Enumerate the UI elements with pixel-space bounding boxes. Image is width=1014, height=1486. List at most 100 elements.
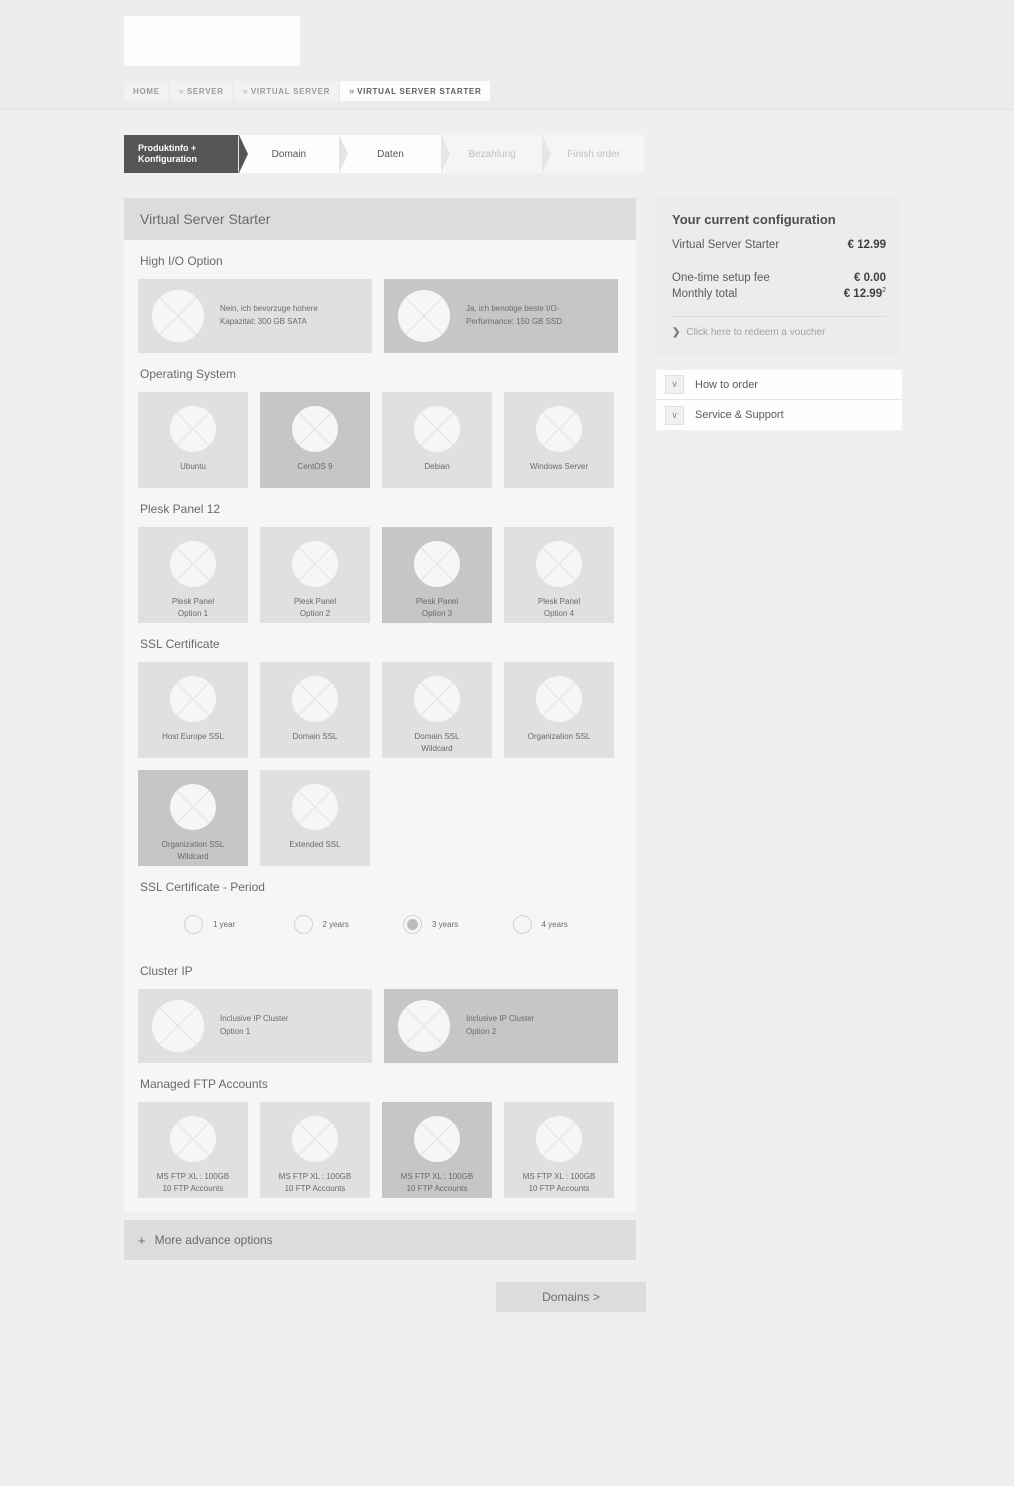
radio-dot-icon[interactable] — [293, 915, 313, 934]
image-placeholder-icon — [292, 541, 338, 587]
option-tile-operating-system-2[interactable]: Debian — [382, 392, 492, 488]
config-product-name: Virtual Server Starter — [672, 239, 780, 251]
image-placeholder-icon — [414, 1116, 460, 1162]
radio-ssl-certificate-period-2[interactable]: 3 years — [403, 915, 513, 934]
stepper-item-0[interactable]: Produktinfo + Konfiguration — [124, 135, 248, 173]
option-tile-label: Organization SSL — [527, 732, 591, 741]
option-wide-tile-high-io-option-1[interactable]: Ja, ich benotige beste I/O- Performance:… — [384, 279, 618, 353]
option-tile-plesk-panel-0[interactable]: Plesk Panel Option 1 — [138, 527, 248, 623]
breadcrumb-item-3[interactable]: » VIRTUAL SERVER STARTER — [340, 81, 491, 101]
option-wide-tile-label: Ja, ich benotige beste I/O- Performance:… — [466, 304, 563, 326]
tile-row: MS FTP XL : 100GB 10 FTP Accounts MS FTP … — [138, 1102, 622, 1198]
redeem-voucher-label: Click here to redeem a voucher — [686, 326, 826, 338]
section-label-cluster-ip: Cluster IP — [140, 964, 193, 978]
section-label-operating-system: Operating System — [140, 367, 237, 381]
option-tile-ssl-certificate-4[interactable]: Organization SSL Wildcard — [138, 770, 248, 866]
site-header: HOME » SERVER» VIRTUAL SERVER» VIRTUAL SERVE… — [0, 0, 1014, 110]
breadcrumb-item-1[interactable]: » SERVER — [169, 81, 234, 101]
chevron-down-icon[interactable]: ∨ — [665, 375, 684, 394]
option-tile-plesk-panel-2[interactable]: Plesk Panel Option 3 — [382, 527, 492, 623]
image-placeholder-icon — [292, 1116, 338, 1162]
accordion-item-label: How to order — [695, 378, 758, 391]
radio-dot-icon[interactable] — [184, 915, 203, 934]
option-tile-label: MS FTP XL : 100GB 10 FTP Accounts — [400, 1172, 474, 1193]
option-tile-plesk-panel-3[interactable]: Plesk Panel Option 4 — [504, 527, 614, 623]
stepper-item-1[interactable]: Domain — [237, 135, 341, 173]
section-ssl-certificate: SSL Certificate Host Europe SSL Domain SSL… — [138, 623, 622, 866]
radio-dot-icon[interactable] — [403, 915, 422, 934]
option-tile-label: CentOS 9 — [297, 462, 333, 471]
more-advance-options-label: More advance options — [154, 1233, 273, 1247]
image-placeholder-icon — [170, 676, 216, 722]
section-high-io-option: High I/O Option Nein, ich bevorzuge hoher… — [138, 240, 622, 353]
breadcrumb-label: SERVER — [186, 86, 224, 96]
option-wide-tile-label: Inclusive IP Cluster Option 1 — [220, 1014, 289, 1036]
section-label-managed-ftp-accounts: Managed FTP Accounts — [140, 1077, 268, 1091]
redeem-voucher-link[interactable]: ❯ Click here to redeem a voucher — [672, 327, 886, 338]
chevron-down-icon[interactable]: ∨ — [665, 405, 684, 425]
option-wide-tile-cluster-ip-1[interactable]: Inclusive IP Cluster Option 2 — [384, 989, 618, 1063]
radio-ssl-certificate-period-1[interactable]: 2 years — [293, 915, 404, 934]
section-ssl-certificate-period: SSL Certificate - Period 1 year 2 years 3 y… — [138, 866, 622, 950]
radio-group-ssl-certificate-period: 1 year 2 years 3 years 4 years — [138, 905, 622, 950]
step-arrow-icon — [440, 135, 450, 173]
config-setup-fee-row: One-time setup fee € 0.00 — [672, 272, 886, 284]
divider — [672, 315, 886, 317]
breadcrumb-item-2[interactable]: » VIRTUAL SERVER — [233, 81, 341, 101]
option-tile-ssl-certificate-5[interactable]: Extended SSL — [260, 770, 370, 866]
option-tile-ssl-certificate-3[interactable]: Organization SSL — [504, 662, 614, 758]
radio-ssl-certificate-period-0[interactable]: 1 year — [184, 915, 294, 934]
option-tile-ssl-certificate-0[interactable]: Host Europe SSL — [138, 662, 248, 758]
image-placeholder-icon — [170, 541, 216, 587]
stepper-label: Produktinfo + Konfiguration — [138, 142, 197, 164]
breadcrumb-label: HOME — [133, 86, 160, 96]
image-placeholder-icon — [536, 541, 582, 587]
option-tile-ssl-certificate-2[interactable]: Domain SSL Wildcard — [382, 662, 492, 758]
logo-placeholder[interactable] — [124, 16, 300, 66]
option-tile-operating-system-3[interactable]: Windows Server — [504, 392, 614, 488]
breadcrumb-item-0[interactable]: HOME — [124, 81, 170, 101]
image-placeholder-icon — [536, 406, 582, 452]
sidebar-accordion: ∨ How to order ∨ Service & Support — [656, 370, 902, 430]
image-placeholder-icon — [292, 784, 338, 830]
option-tile-operating-system-0[interactable]: Ubuntu — [138, 392, 248, 488]
section-operating-system: Operating System Ubuntu CentOS 9 Debian Wind… — [138, 353, 622, 488]
option-tile-plesk-panel-1[interactable]: Plesk Panel Option 2 — [260, 527, 370, 623]
option-tile-operating-system-1[interactable]: CentOS 9 — [260, 392, 370, 488]
option-tile-managed-ftp-accounts-0[interactable]: MS FTP XL : 100GB 10 FTP Accounts — [138, 1102, 248, 1198]
section-plesk-panel: Plesk Panel 12 Plesk Panel Option 1 Plesk … — [138, 488, 622, 623]
image-placeholder-icon — [398, 290, 450, 342]
option-wide-tile-high-io-option-0[interactable]: Nein, ich bevorzuge hohere Kapazitat: 30… — [138, 279, 372, 353]
option-tile-label: Plesk Panel Option 2 — [293, 597, 337, 618]
radio-dot-icon[interactable] — [512, 915, 532, 934]
option-tile-label: Ubuntu — [180, 462, 206, 471]
option-tile-managed-ftp-accounts-1[interactable]: MS FTP XL : 100GB 10 FTP Accounts — [260, 1102, 370, 1198]
option-tile-label: MS FTP XL : 100GB 10 FTP Accounts — [278, 1172, 352, 1193]
wide-tile-row: Inclusive IP Cluster Option 1 Inclusive I… — [138, 989, 622, 1063]
accordion-item-1[interactable]: ∨ Service & Support — [656, 400, 902, 430]
stepper-item-3[interactable]: Bezahlung — [440, 135, 544, 173]
option-tile-label: MS FTP XL : 100GB 10 FTP Accounts — [522, 1172, 596, 1193]
option-wide-tile-label: Nein, ich bevorzuge hohere Kapazitat: 30… — [220, 304, 318, 326]
option-tile-managed-ftp-accounts-2[interactable]: MS FTP XL : 100GB 10 FTP Accounts — [382, 1102, 492, 1198]
stepper-label: Bezahlung — [468, 148, 516, 160]
stepper-item-4[interactable]: Finish order — [542, 135, 644, 173]
next-step-button[interactable]: Domains > — [496, 1282, 646, 1312]
stepper-item-2[interactable]: Daten — [339, 135, 442, 173]
chevron-right-icon: ❯ — [672, 326, 681, 338]
radio-label: 2 years — [322, 920, 349, 929]
config-monthly-total-label: Monthly total — [672, 287, 738, 300]
wide-tile-row: Nein, ich bevorzuge hohere Kapazitat: 30… — [138, 279, 622, 353]
stepper-label: Finish order — [567, 148, 621, 160]
accordion-item-label: Service & Support — [695, 409, 784, 421]
option-tile-label: Domain SSL Wildcard — [414, 732, 460, 753]
option-tile-ssl-certificate-1[interactable]: Domain SSL — [260, 662, 370, 758]
option-wide-tile-cluster-ip-0[interactable]: Inclusive IP Cluster Option 1 — [138, 989, 372, 1063]
plus-icon: + — [138, 1232, 146, 1248]
option-tile-managed-ftp-accounts-3[interactable]: MS FTP XL : 100GB 10 FTP Accounts — [504, 1102, 614, 1198]
more-advance-options-toggle[interactable]: + More advance options — [124, 1220, 636, 1260]
config-setup-fee-value: € 0.00 — [854, 272, 886, 284]
radio-ssl-certificate-period-3[interactable]: 4 years — [512, 915, 623, 934]
accordion-item-0[interactable]: ∨ How to order — [656, 370, 902, 400]
image-placeholder-icon — [152, 290, 204, 342]
